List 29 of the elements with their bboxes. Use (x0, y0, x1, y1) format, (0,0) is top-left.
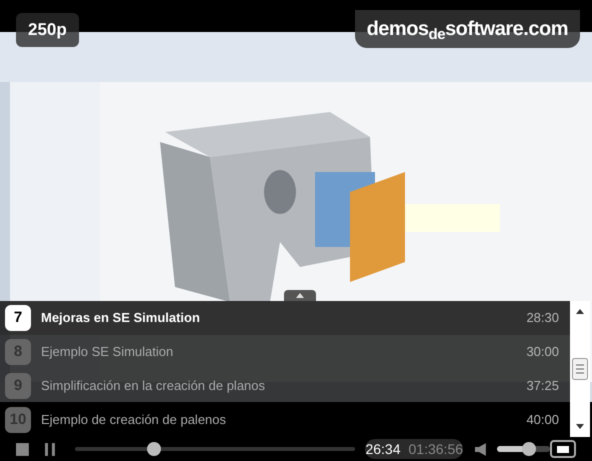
site-logo: demos$_{de}$software.com (366, 18, 568, 40)
scroll-thumb-icon[interactable] (572, 358, 588, 380)
volume-track[interactable] (496, 442, 550, 456)
progress-track[interactable] (74, 442, 356, 456)
expand-playlist-button[interactable] (284, 290, 316, 301)
chapter-duration: 30:00 (526, 343, 560, 362)
total-time: 01:36:56 (408, 440, 464, 458)
chapter-duration: 37:25 (526, 377, 560, 396)
chapter-title: Ejemplo SE Simulation (41, 343, 174, 362)
scroll-down-icon[interactable] (576, 424, 584, 429)
up-arrow-icon (296, 293, 304, 298)
fullscreen-button[interactable] (550, 440, 576, 458)
scrollbar[interactable] (570, 301, 590, 437)
chapter-title: Mejoras en SE Simulation (41, 309, 201, 328)
volume-thumb[interactable] (522, 442, 536, 456)
chapter-title: Simplificación en la creación de planos (41, 377, 266, 396)
speaker-icon[interactable] (475, 442, 487, 456)
screen-icon (557, 446, 570, 452)
chapter-duration: 28:30 (526, 309, 560, 328)
chapter-number: 7 (5, 305, 31, 331)
chapter-duration: 40:00 (526, 411, 560, 430)
progress-thumb[interactable] (147, 442, 162, 456)
stop-icon[interactable] (16, 442, 29, 456)
quality-badge: 250p (16, 13, 79, 46)
scroll-up-icon[interactable] (576, 309, 584, 314)
pause-icon[interactable] (44, 442, 55, 456)
playlist-item[interactable]: 7 Mejoras en SE Simulation 28:30 (0, 301, 570, 335)
chapter-title: Ejemplo de creación de palenos (41, 411, 228, 430)
current-time: 26:34 (365, 440, 401, 458)
